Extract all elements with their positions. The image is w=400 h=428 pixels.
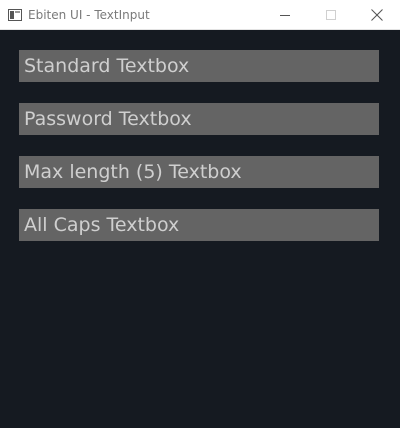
password-textbox-input[interactable] [24,103,379,135]
all-caps-textbox-input[interactable] [24,209,379,241]
max-length-textbox-input[interactable] [24,156,379,188]
window-title: Ebiten UI - TextInput [28,8,150,22]
maximize-icon [326,10,336,20]
content-area [0,30,400,428]
standard-textbox[interactable] [19,50,379,82]
standard-textbox-input[interactable] [24,50,379,82]
password-textbox[interactable] [19,103,379,135]
maximize-button[interactable] [308,0,354,30]
close-button[interactable] [354,0,400,30]
ebiten-app-icon [8,9,22,21]
all-caps-textbox[interactable] [19,209,379,241]
app-window: Ebiten UI - TextInput [0,0,400,428]
max-length-textbox[interactable] [19,156,379,188]
minimize-button[interactable] [262,0,308,30]
minimize-icon [280,15,290,16]
close-icon [371,9,383,21]
title-bar[interactable]: Ebiten UI - TextInput [0,0,400,30]
